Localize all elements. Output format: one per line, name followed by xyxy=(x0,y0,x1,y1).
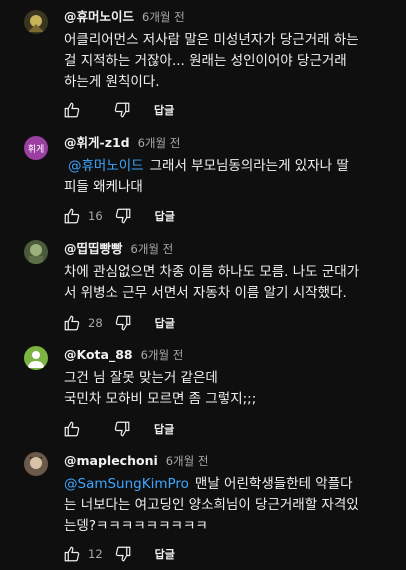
comment-text: 어클리어먼스 저사람 말은 미성년자가 당근거래 하는 걸 지적하는 거잖아..… xyxy=(64,30,396,93)
comment-line: 차에 관심없으면 차종 이름 하나도 모름. 나도 군대가 xyxy=(64,264,360,280)
comment-time[interactable]: 6개월 전 xyxy=(142,10,185,24)
avatar[interactable]: 휘게 xyxy=(24,136,48,160)
comment-line: 그건 님 잘못 맞는거 같은데 xyxy=(64,370,218,386)
comment-author[interactable]: @Kota_88 xyxy=(64,347,133,362)
thumbs-up-icon[interactable] xyxy=(62,544,82,564)
comment-line-text: 그래서 부모님동의라는게 있자나 딸 xyxy=(149,158,349,174)
comment-line: @SamSungKimPro 맨날 어린학생들한테 악플다 xyxy=(64,474,396,495)
mention-link[interactable]: @SamSungKimPro xyxy=(64,476,189,492)
avatar[interactable] xyxy=(24,10,48,34)
comment-item: 휘게 @휘게-z1d 6개월 전 @휴머노이드 그래서 부모님동의라는게 있자나 … xyxy=(0,124,406,230)
comment-text: @휴머노이드 그래서 부모님동의라는게 있자나 딸 피들 왜케나대 xyxy=(64,156,396,198)
comment-line: 피들 왜케나대 xyxy=(64,179,143,195)
comment-author[interactable]: @휘게-z1d xyxy=(64,135,130,150)
comment-line: 는뎅?ㅋㅋㅋㅋㅋㅋㅋㅋㅋ xyxy=(64,518,208,534)
comment-line: 서 위병소 근무 서면서 자동차 이름 알기 시작했다. xyxy=(64,285,347,301)
comment-time[interactable]: 6개월 전 xyxy=(131,242,174,256)
thumbs-down-icon[interactable] xyxy=(112,419,132,439)
comment-text: 그건 님 잘못 맞는거 같은데 국민차 모하비 모르면 좀 그렇지;;; xyxy=(64,368,396,410)
avatar[interactable] xyxy=(24,346,48,370)
comment-line: 국민차 모하비 모르면 좀 그렇지;;; xyxy=(64,391,257,407)
thumbs-down-icon[interactable] xyxy=(113,313,133,333)
reply-button[interactable]: 답글 xyxy=(155,546,175,562)
thumbs-up-icon[interactable] xyxy=(62,206,82,226)
person-icon xyxy=(28,351,44,368)
reply-button[interactable]: 답글 xyxy=(155,315,175,331)
comment-line-text: 맨날 어린학생들한테 악플다 xyxy=(194,476,353,492)
comment-line: 걸 지적하는 거잖아... 원래는 성인이어야 당근거래 xyxy=(64,53,347,69)
avatar-image xyxy=(24,452,48,476)
comment-line: @휴머노이드 그래서 부모님동의라는게 있자나 딸 xyxy=(64,156,396,177)
comment-line: 어클리어먼스 저사람 말은 미성년자가 당근거래 하는 xyxy=(64,32,359,48)
avatar[interactable] xyxy=(24,240,48,264)
thumbs-down-icon[interactable] xyxy=(112,100,132,120)
like-count: 16 xyxy=(88,209,103,223)
comment-actions: 16 답글 xyxy=(62,206,175,226)
comment-actions: 12 답글 xyxy=(62,544,175,564)
comment-item: @띱띱빵빵 6개월 전 차에 관심없으면 차종 이름 하나도 모름. 나도 군대… xyxy=(0,230,406,336)
comment-actions: 답글 xyxy=(62,419,174,439)
comment-time[interactable]: 6개월 전 xyxy=(141,348,184,362)
avatar[interactable] xyxy=(24,452,48,476)
mention-link[interactable]: @휴머노이드 xyxy=(68,158,144,174)
like-count: 28 xyxy=(88,316,103,330)
avatar-initials: 휘게 xyxy=(27,144,45,155)
thumbs-down-icon[interactable] xyxy=(113,206,133,226)
thumbs-up-icon[interactable] xyxy=(62,313,82,333)
comment-author[interactable]: @띱띱빵빵 xyxy=(64,241,123,256)
comment-text: 차에 관심없으면 차종 이름 하나도 모름. 나도 군대가 서 위병소 근무 서… xyxy=(64,262,396,304)
comment-author[interactable]: @maplechoni xyxy=(64,453,158,468)
comment-item: @maplechoni 6개월 전 @SamSungKimPro 맨날 어린학생들… xyxy=(0,442,406,570)
comment-line: 하는게 원칙이다. xyxy=(64,74,160,90)
reply-button[interactable]: 답글 xyxy=(154,421,174,437)
avatar-image xyxy=(24,240,48,264)
comment-time[interactable]: 6개월 전 xyxy=(166,454,209,468)
thumbs-up-icon[interactable] xyxy=(62,419,82,439)
comment-actions: 답글 xyxy=(62,100,174,120)
thumbs-up-icon[interactable] xyxy=(62,100,82,120)
reply-button[interactable]: 답글 xyxy=(155,208,175,224)
avatar-image xyxy=(24,10,48,34)
comment-time[interactable]: 6개월 전 xyxy=(138,136,181,150)
comment-item: @Kota_88 6개월 전 그건 님 잘못 맞는거 같은데 국민차 모하비 모… xyxy=(0,336,406,442)
comment-line: 는 너보다는 여고딩인 양소희님이 당근거래할 자격있 xyxy=(64,497,359,513)
comment-author[interactable]: @휴머노이드 xyxy=(64,9,134,24)
comment-text: @SamSungKimPro 맨날 어린학생들한테 악플다 는 너보다는 여고딩인… xyxy=(64,474,396,537)
comment-actions: 28 답글 xyxy=(62,313,175,333)
reply-button[interactable]: 답글 xyxy=(154,102,174,118)
comment-item: @휴머노이드 6개월 전 어클리어먼스 저사람 말은 미성년자가 당근거래 하는… xyxy=(0,0,406,124)
thumbs-down-icon[interactable] xyxy=(113,544,133,564)
like-count: 12 xyxy=(88,547,103,561)
